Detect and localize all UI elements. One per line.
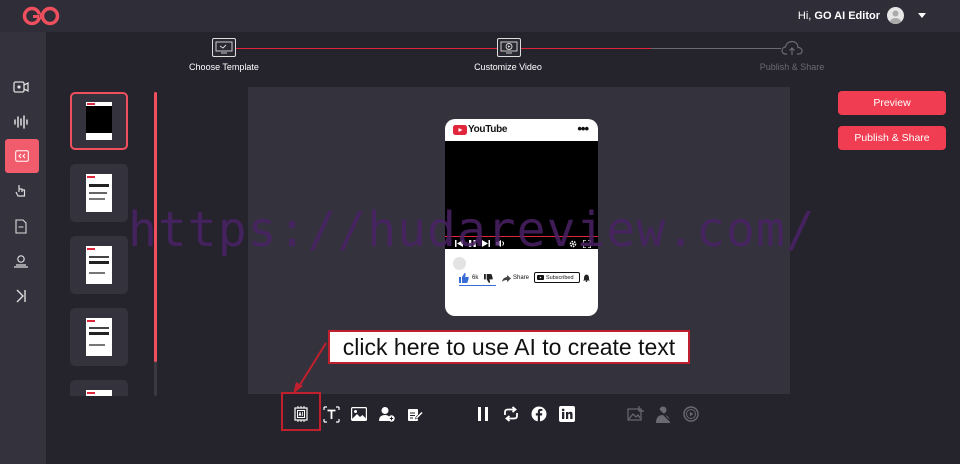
cloud-upload-icon[interactable] — [781, 40, 803, 56]
template-thumbnail-list — [66, 88, 136, 396]
facebook-icon — [531, 406, 547, 422]
remove-person-icon — [655, 406, 671, 423]
thumbs-up-icon[interactable] — [459, 273, 469, 283]
image-icon — [351, 407, 367, 421]
facebook-button[interactable] — [530, 405, 548, 423]
ai-text-icon — [294, 406, 308, 422]
callout-annotation: click here to use AI to create text — [328, 330, 690, 364]
pointer-hand-icon — [15, 185, 26, 197]
go-logo[interactable] — [22, 5, 62, 27]
loop-button[interactable] — [502, 405, 520, 423]
edit-document-button[interactable] — [406, 405, 424, 423]
sidebar-item-video[interactable] — [4, 70, 38, 104]
sidebar-item-interaction[interactable] — [4, 174, 38, 208]
audio-wave-icon — [14, 115, 28, 129]
share-icon[interactable] — [502, 275, 511, 282]
linkedin-icon — [559, 406, 575, 422]
publish-share-button[interactable]: Publish & Share — [838, 126, 946, 150]
subtitle-icon — [15, 150, 29, 162]
loop-icon — [504, 406, 518, 422]
youtube-header: YouTube ••• — [445, 119, 598, 141]
crop-image-button[interactable] — [626, 405, 644, 423]
sidebar-item-next[interactable] — [4, 279, 38, 313]
add-person-button[interactable] — [378, 405, 396, 423]
sidebar-item-audio[interactable] — [4, 105, 38, 139]
sidebar-item-profile[interactable] — [4, 244, 38, 278]
sidebar — [0, 32, 46, 464]
sidebar-item-document[interactable] — [4, 209, 38, 243]
crop-image-icon — [626, 406, 644, 421]
user-greeting: Hi, GO AI Editor — [797, 10, 880, 22]
chevron-down-icon[interactable] — [918, 13, 926, 18]
pause-icon — [478, 407, 488, 421]
linkedin-button[interactable] — [558, 405, 576, 423]
template-icon — [215, 41, 233, 54]
more-options-icon[interactable]: ••• — [577, 121, 589, 136]
add-text-button[interactable] — [322, 405, 340, 423]
step-label-choose-template[interactable]: Choose Template — [189, 62, 259, 72]
template-thumbnail[interactable] — [70, 236, 128, 294]
thumbs-down-icon[interactable] — [484, 274, 493, 283]
bell-icon[interactable] — [583, 274, 590, 282]
remove-person-button[interactable] — [654, 405, 672, 423]
user-name: GO AI Editor — [814, 10, 880, 22]
document-icon — [15, 218, 27, 234]
step-connector-2 — [521, 48, 651, 49]
add-person-icon — [379, 407, 395, 422]
video-icon — [13, 81, 29, 93]
pause-button[interactable] — [474, 405, 492, 423]
youtube-actions: 6k Share Subscribed — [445, 254, 598, 294]
step-label-customize-video[interactable]: Customize Video — [474, 62, 542, 72]
watermark-text: https://hudareview.com/ — [128, 202, 816, 258]
text-icon — [322, 405, 340, 423]
template-thumbnail[interactable] — [70, 164, 128, 222]
play-circle-button[interactable] — [682, 405, 700, 423]
like-count: 6k — [472, 275, 479, 281]
play-screen-icon — [500, 41, 518, 54]
edit-document-icon — [408, 409, 423, 421]
subscribed-button[interactable]: Subscribed — [534, 272, 580, 283]
step-connector-1 — [236, 48, 502, 49]
step-choose-template-icon[interactable] — [212, 38, 236, 57]
like-underline — [459, 285, 496, 287]
step-label-publish-share[interactable]: Publish & Share — [760, 62, 825, 72]
youtube-brand-text: YouTube — [468, 124, 508, 135]
youtube-small-icon — [537, 275, 544, 280]
progress-stepper: Choose Template Customize Video Publish … — [46, 32, 960, 82]
subscribed-label: Subscribed — [546, 274, 574, 281]
play-circle-icon — [683, 406, 699, 422]
user-badge-icon — [14, 255, 28, 268]
template-thumbnail[interactable] — [70, 308, 128, 366]
avatar[interactable] — [887, 7, 904, 24]
share-label[interactable]: Share — [513, 275, 529, 281]
youtube-logo-icon — [453, 125, 467, 135]
template-thumbnail[interactable] — [70, 380, 128, 396]
ai-text-button[interactable] — [292, 405, 310, 423]
step-customize-video-icon[interactable] — [497, 38, 521, 57]
channel-avatar[interactable] — [453, 257, 466, 270]
step-connector-3 — [651, 48, 781, 49]
preview-button[interactable]: Preview — [838, 91, 946, 115]
skip-forward-icon — [16, 289, 26, 303]
template-thumbnail[interactable] — [70, 92, 128, 150]
add-image-button[interactable] — [350, 405, 368, 423]
sidebar-item-subtitles[interactable] — [5, 139, 39, 173]
top-bar: Hi, GO AI Editor — [0, 0, 960, 32]
arrow-annotation — [293, 342, 327, 394]
